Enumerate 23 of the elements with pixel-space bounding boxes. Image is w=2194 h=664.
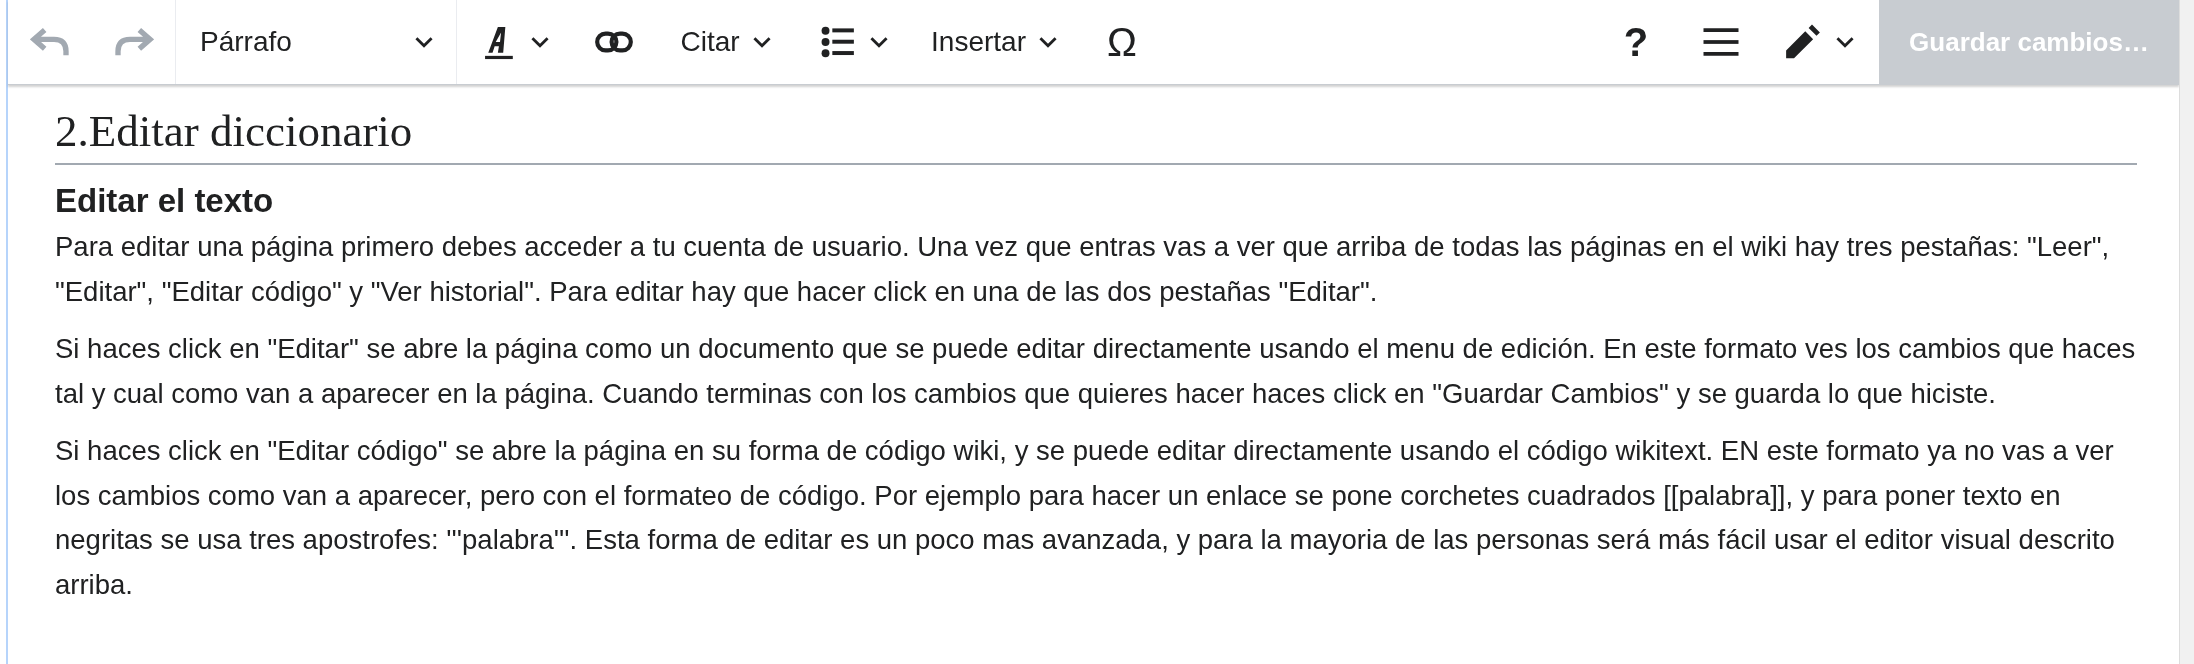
bulleted-list-icon (820, 26, 855, 58)
chevron-down-icon (1037, 35, 1058, 49)
chevron-down-icon (530, 35, 550, 49)
help-button[interactable]: ? (1591, 0, 1681, 84)
pencil-icon (1785, 24, 1821, 60)
menu-icon (1702, 27, 1740, 57)
redo-icon (113, 26, 154, 58)
chevron-down-icon (868, 35, 889, 49)
chevron-down-icon (751, 35, 772, 49)
subsection-heading: Editar el texto (55, 181, 275, 221)
paragraph-format-dropdown[interactable]: Párrafo (176, 0, 456, 84)
paragraph: Si haces click en "Editar" se abre la página como un documento que se puede editar directamente usando el menu de edición. En este formato ves los cambios que haces tal y cual como van a aparecer en la página. Cuando terminas con los cambios que quieres hacer haces click en "Guardar Cambios" y se guarda lo que hiciste. (55, 332, 2137, 411)
paragraph: Si haces click en "Editar código" se abre la página en su forma de código wiki, y se puede editar directamente usando el código wikitext. EN este formato ya no vas a ver los cambios como van a aparecer, pero con el formateo de código. Por ejemplo para hacer un enlace se pone corchetes cuadrados [[palabra]], y para poner texto en negritas se usa tres apostrofes: '''palabra'''. Esta forma de editar es un poco mas avanzada, y para la mayoria de las personas será más fácil usar el editor visual descrito arriba. (55, 434, 2116, 602)
chevron-down-icon (414, 35, 434, 49)
insert-dropdown[interactable]: Insertar (907, 0, 1082, 84)
link-icon (593, 30, 634, 54)
special-character-button[interactable]: Ω (1082, 0, 1162, 84)
chevron-down-icon (1835, 35, 1855, 49)
cite-dropdown[interactable]: Citar (650, 0, 802, 84)
paragraph: Para editar una página primero debes acceder a tu cuenta de usuario. Una vez que entras vas a ver que arriba de todas las páginas en el wiki hay tres pestañas: "Leer", "Editar", "Editar código" y "Ver historial". Para editar hay que hacer click en una de las dos pestañas "Editar". (55, 230, 2111, 309)
undo-icon (30, 26, 70, 58)
scrollbar[interactable] (2179, 0, 2194, 664)
section-heading: 2.Editar diccionario (55, 103, 2137, 165)
